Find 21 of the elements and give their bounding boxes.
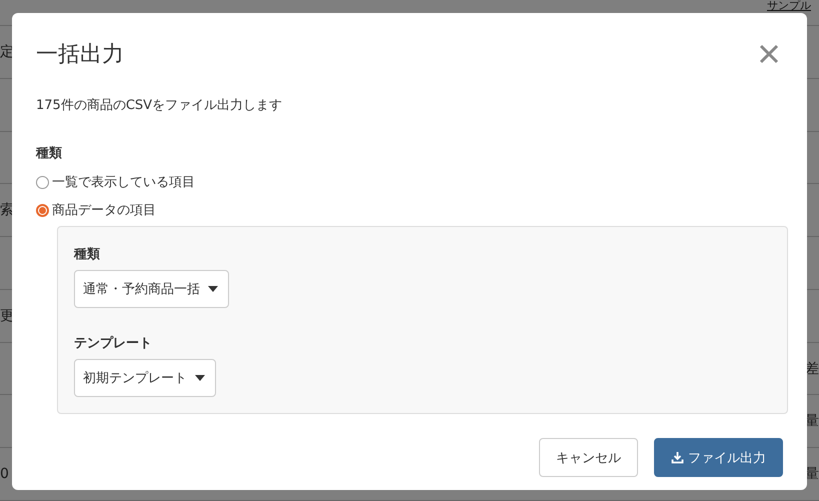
radio-option[interactable]: 商品データの項目 xyxy=(36,196,783,224)
description-text: 175件の商品のCSVをファイル出力します xyxy=(36,97,284,114)
download-icon xyxy=(671,451,684,464)
dialog-title: 一括出力 xyxy=(36,41,124,69)
field-label: テンプレート xyxy=(74,334,152,352)
background-text: 更 xyxy=(0,306,14,325)
cancel-button[interactable]: キャンセル xyxy=(539,438,638,477)
background-text: 0 xyxy=(0,466,9,482)
background-link[interactable]: サンプル xyxy=(767,0,811,12)
type-label: 種類 xyxy=(36,145,63,162)
radio-option[interactable]: 一覧で表示している項目 xyxy=(36,168,783,196)
close-icon xyxy=(757,42,781,66)
background-text: 量 xyxy=(805,465,819,484)
export-button[interactable]: ファイル出力 xyxy=(654,438,783,477)
select-dropdown[interactable]: 通常・予約商品一括 xyxy=(74,270,229,308)
caret-icon xyxy=(208,286,218,292)
caret-icon xyxy=(195,375,205,381)
close-button[interactable] xyxy=(757,42,781,66)
background-text: 量 xyxy=(805,412,819,430)
field-label: 種類 xyxy=(74,246,100,263)
select-dropdown[interactable]: 初期テンプレート xyxy=(74,359,216,397)
